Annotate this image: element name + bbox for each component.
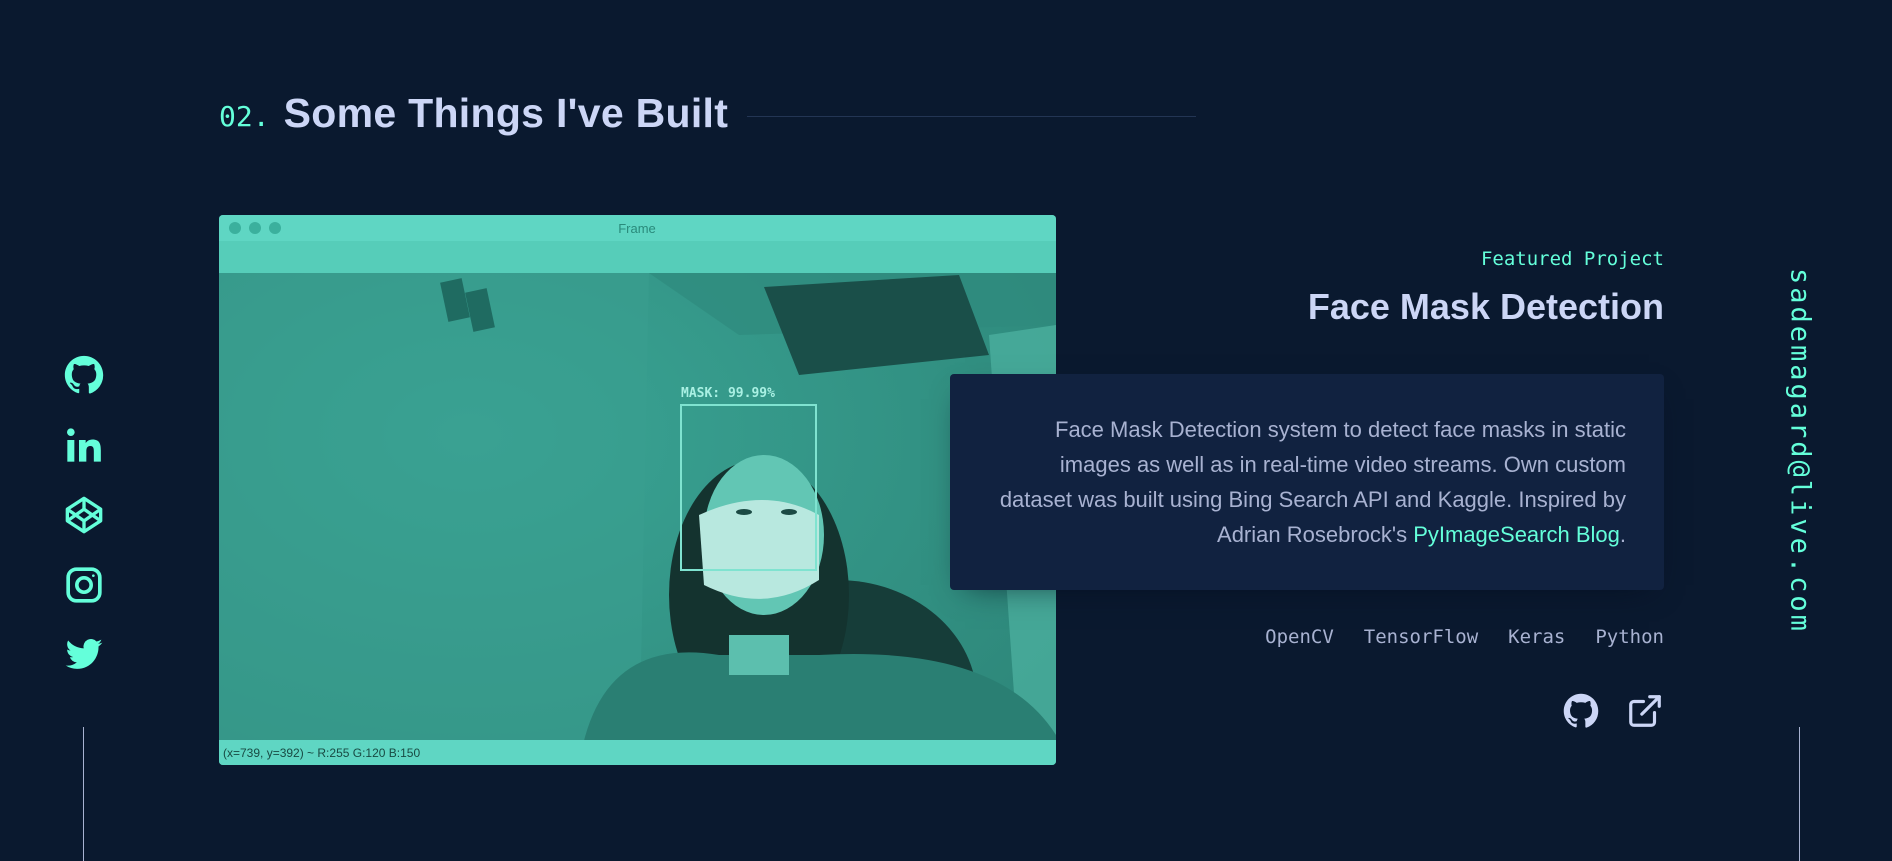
detection-label: MASK: 99.99% — [681, 386, 775, 401]
external-link-icon — [1629, 695, 1661, 727]
github-icon — [1563, 693, 1599, 728]
email-sidebar: sademagard@live.com — [1768, 268, 1832, 688]
twitter-icon — [65, 639, 103, 669]
tech-item-python: Python — [1595, 626, 1664, 648]
social-instagram-link[interactable] — [62, 566, 106, 604]
project-description: Face Mask Detection system to detect fac… — [950, 374, 1664, 590]
instagram-icon — [66, 567, 102, 603]
section-number: 02. — [219, 100, 270, 133]
heading-divider — [747, 116, 1196, 117]
section-title: Some Things I've Built — [283, 90, 729, 136]
project-external-link[interactable] — [1626, 692, 1664, 730]
codepen-icon — [65, 496, 103, 534]
project-image[interactable]: MASK: 99.99% Frame (x=739, y=392) ~ R:25… — [219, 215, 1056, 765]
social-linkedin-link[interactable] — [62, 426, 106, 464]
social-codepen-link[interactable] — [62, 496, 106, 534]
linkedin-icon — [67, 428, 101, 462]
tech-item-tensorflow: TensorFlow — [1363, 626, 1479, 648]
description-end: . — [1619, 522, 1626, 547]
social-sidebar — [62, 355, 106, 674]
email-link[interactable]: sademagard@live.com — [1785, 268, 1816, 634]
left-vertical-line — [83, 727, 84, 861]
project-github-link[interactable] — [1562, 692, 1600, 730]
social-github-link[interactable] — [62, 355, 106, 394]
section-heading: 02. Some Things I've Built — [219, 90, 728, 137]
right-vertical-line — [1799, 727, 1800, 861]
tech-list: OpenCV TensorFlow Keras Python — [1265, 626, 1664, 648]
featured-overline: Featured Project — [1480, 248, 1664, 270]
window-title: Frame — [618, 221, 656, 236]
github-icon — [64, 355, 104, 394]
tech-item-keras: Keras — [1508, 626, 1566, 648]
social-twitter-link[interactable] — [62, 636, 106, 674]
description-text: Face Mask Detection system to detect fac… — [988, 412, 1626, 552]
pyimagesearch-link[interactable]: PyImageSearch Blog — [1413, 522, 1620, 547]
status-bar-text: (x=739, y=392) ~ R:255 G:120 B:150 — [223, 746, 420, 760]
project-links — [1562, 692, 1664, 730]
project-title[interactable]: Face Mask Detection — [1308, 286, 1664, 328]
tech-item-opencv: OpenCV — [1265, 626, 1334, 648]
